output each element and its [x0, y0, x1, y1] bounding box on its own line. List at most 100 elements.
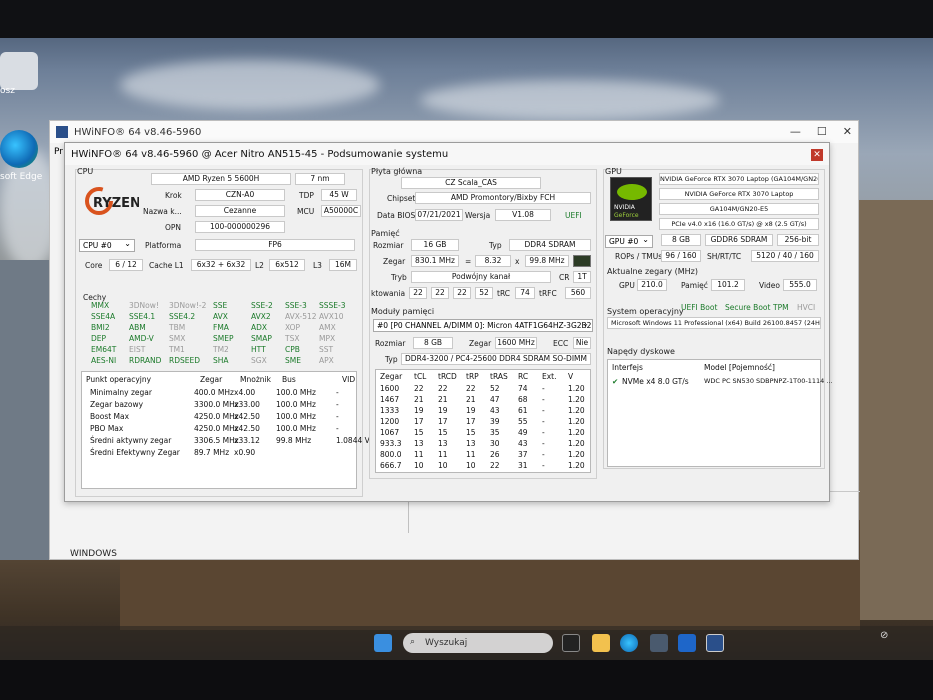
timing-table-header: tCL	[414, 372, 427, 381]
mem-trc: 74	[515, 287, 535, 299]
timing-table-cell: 1067	[380, 428, 400, 437]
window-title: HWiNFO® 64 v8.46-5960 @ Acer Nitro AN515…	[71, 148, 449, 160]
menu-item[interactable]: Pr	[54, 147, 63, 157]
op-row-label: Średni aktywny zegar	[90, 436, 172, 445]
maximize-icon[interactable]: ☐	[817, 125, 827, 138]
timing-table-cell: 800.0	[380, 450, 402, 459]
drive-ok-icon: ✔	[612, 377, 619, 386]
cpu-feature: FMA	[213, 323, 229, 332]
trfc-label: tRFC	[539, 289, 557, 298]
cpu-feature: RDSEED	[169, 356, 200, 365]
timing-table-header: tRAS	[490, 372, 508, 381]
store-icon[interactable]	[650, 634, 668, 652]
cpu-feature: SMAP	[251, 334, 272, 343]
op-row-value: 100.0 MHz	[276, 424, 316, 433]
cpu-feature: 3DNow!	[129, 301, 159, 310]
cpu-feature: AMD-V	[129, 334, 154, 343]
network-icon[interactable]: ⊘	[880, 630, 888, 641]
cpu-name: AMD Ryzen 5 5600H	[151, 173, 291, 185]
op-row-label: PBO Max	[90, 424, 124, 433]
timing-table-cell: 1200	[380, 417, 400, 426]
timing-table-cell: 31	[518, 461, 528, 470]
mem-x: x	[515, 257, 520, 266]
op-row-value: x0.90	[234, 448, 256, 457]
gpu-panel-label: GPU	[605, 167, 622, 176]
mem-trcd: 22	[431, 287, 449, 299]
amd-ryzen-logo: RYZEN	[85, 187, 139, 215]
timing-table-cell: -	[542, 417, 545, 426]
gpu-selector-dropdown[interactable]: GPU #0	[605, 234, 653, 248]
edge-icon[interactable]	[0, 130, 38, 168]
timing-table-cell: 13	[466, 439, 476, 448]
edge-taskbar-icon[interactable]	[620, 634, 638, 652]
mem-trfc: 560	[565, 287, 591, 299]
drives-label: Napędy dyskowe	[607, 347, 675, 356]
uefi-indicator: UEFI	[565, 211, 582, 220]
status-bar-text: WINDOWS	[70, 549, 117, 559]
timing-table-cell: 1.20	[568, 384, 585, 393]
cpu-selector-dropdown[interactable]: CPU #0	[79, 238, 135, 252]
op-row-value: x4.00	[234, 388, 256, 397]
cpu-feature: AVX	[213, 312, 228, 321]
gpu-mem-clock-label: Pamięć	[681, 281, 708, 290]
memory-section-label: Pamięć	[371, 229, 400, 238]
drive-interface[interactable]: NVMe x4 8.0 GT/s	[622, 377, 689, 386]
cpu-cores: 6 / 12	[109, 259, 143, 271]
desktop-icon-label: soft Edge	[0, 172, 43, 182]
cpu-feature: SSE4.2	[169, 312, 196, 321]
cpu-feature: SSE	[213, 301, 228, 310]
bios-date: 07/21/2021	[415, 209, 463, 221]
cpu-feature: AVX2	[251, 312, 271, 321]
taskbar-search-box[interactable]: Wyszukaj	[403, 633, 553, 653]
timing-table-cell: 21	[438, 395, 448, 404]
cpu-feature: TSX	[285, 334, 300, 343]
drive-model[interactable]: WDC PC SN530 SDBPNPZ-1T00-1114 ...	[704, 377, 833, 385]
timing-table-header: Ext.	[542, 372, 557, 381]
module-size: 8 GB	[413, 337, 453, 349]
operating-points-table: Punkt operacyjny Zegar Mnożnik Bus VID Minima…	[81, 371, 370, 489]
cpu-feature: TM1	[169, 345, 185, 354]
cpu-l1: 6x32 + 6x32	[191, 259, 251, 271]
timing-table-cell: 1467	[380, 395, 400, 404]
timing-table-cell: 52	[490, 384, 500, 393]
gpu-clock: 210.0	[637, 279, 667, 291]
op-row-label: Średni Efektywny Zegar	[90, 448, 180, 457]
mem-multiplier: 8.32	[475, 255, 511, 267]
gpu-rops: 96 / 160	[661, 250, 701, 262]
system-summary-window: HWiNFO® 64 v8.46-5960 @ Acer Nitro AN515…	[64, 142, 833, 502]
gpu-name-short: NVIDIA GeForce RTX 3070 Laptop	[659, 188, 819, 200]
outlook-icon[interactable]	[678, 634, 696, 652]
bios-version: V1.08	[495, 209, 551, 221]
gpu-shaders: 5120 / 40 / 160	[751, 250, 819, 262]
timing-table-cell: 1600	[380, 384, 400, 393]
timing-table-cell: 17	[438, 417, 448, 426]
op-row-value: -	[336, 424, 339, 433]
cpu-feature: SSE-3	[285, 301, 307, 310]
module-type: DDR4-3200 / PC4-25600 DDR4 SDRAM SO-DIMM	[401, 353, 591, 365]
timing-table-cell: 15	[466, 428, 476, 437]
gpu-bus-width: 256-bit	[777, 234, 819, 246]
timing-table-cell: 21	[414, 395, 424, 404]
tdp-label: TDP	[299, 191, 314, 200]
title-bar: HWiNFO® 64 v8.46-5960	[50, 121, 858, 143]
l1-label: Cache L1	[149, 261, 184, 270]
mem-size: 16 GB	[411, 239, 459, 251]
cpu-feature: TM2	[213, 345, 229, 354]
op-row-value: 100.0 MHz	[276, 412, 316, 421]
cpu-feature: AES-NI	[91, 356, 117, 365]
timing-table-header: RC	[518, 372, 529, 381]
recycle-bin-icon[interactable]	[0, 52, 38, 90]
op-row-value: 3300.0 MHz	[194, 400, 239, 409]
hwinfo-taskbar-icon[interactable]	[706, 634, 724, 652]
gpu-name: NVIDIA GeForce RTX 3070 Laptop (GA104M/G…	[659, 173, 819, 185]
windows-start-icon[interactable]	[374, 634, 392, 652]
task-view-icon[interactable]	[562, 634, 580, 652]
minimize-icon[interactable]: —	[790, 125, 801, 138]
close-icon[interactable]: ✕	[843, 125, 852, 138]
cpu-feature: SSE-2	[251, 301, 273, 310]
timing-table-cell: 35	[490, 428, 500, 437]
file-explorer-icon[interactable]	[592, 634, 610, 652]
memory-module-dropdown[interactable]: #0 [P0 CHANNEL A/DIMM 0]: Micron 4ATF1G6…	[373, 318, 593, 332]
close-button[interactable]: ✕	[811, 149, 823, 161]
krok-label: Krok	[165, 191, 182, 200]
